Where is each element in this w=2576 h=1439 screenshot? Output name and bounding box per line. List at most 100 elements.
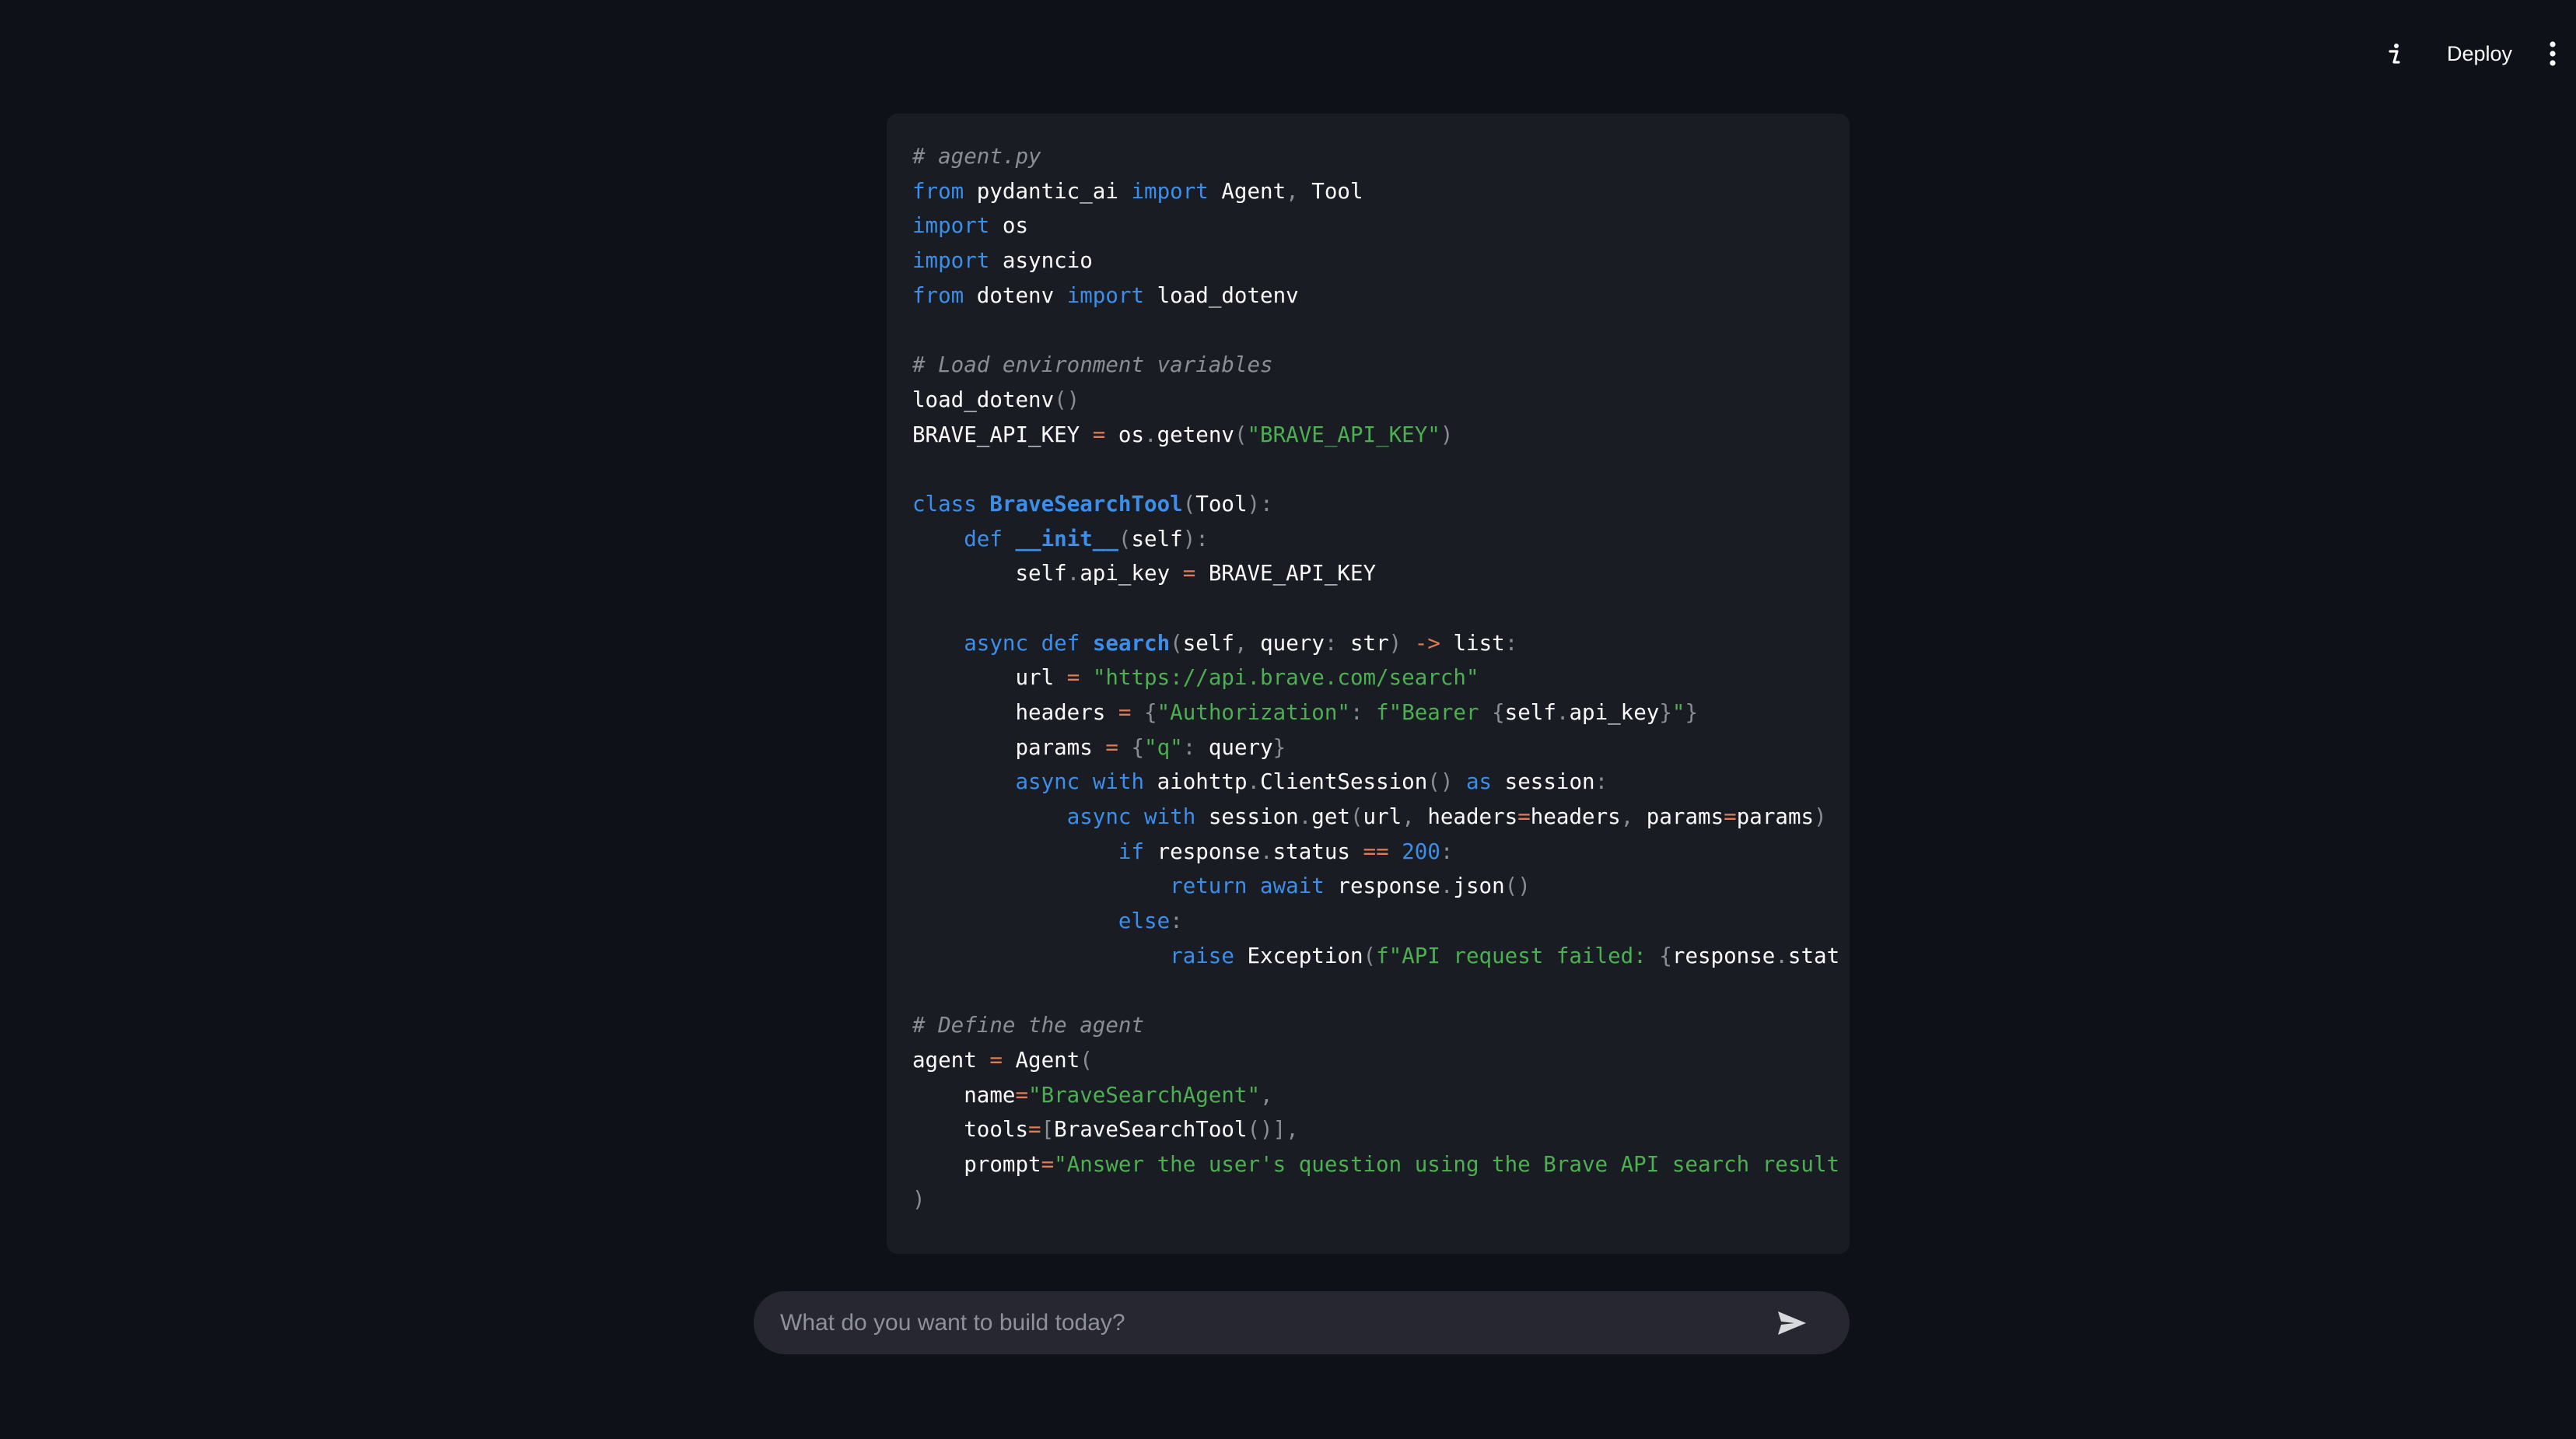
code-token: f"API request failed: [1376, 943, 1660, 968]
code-token: "BraveSearchAgent" [1028, 1082, 1261, 1108]
code-token: agent [912, 1047, 990, 1073]
code-token: query [1247, 630, 1325, 656]
code-line: # Load environment variables [912, 348, 1839, 383]
code-token: , [1620, 804, 1634, 830]
code-line: async with session.get(url, headers=head… [912, 800, 1839, 835]
code-token: asyncio [989, 248, 1093, 274]
code-token: = [1517, 804, 1531, 830]
code-token: api_key [1569, 700, 1660, 725]
code-token: . [1556, 700, 1570, 725]
code-token: : [1170, 909, 1183, 934]
code-token: "Answer the user's question using the Br… [1054, 1151, 1840, 1177]
code-token: [ [1041, 1117, 1055, 1143]
code-token: ) [912, 1186, 926, 1212]
code-token: # Load environment variables [912, 352, 1273, 378]
code-line: else: [912, 904, 1839, 939]
code-token: "https://api.brave.com/search" [1092, 665, 1479, 691]
code-token: aiohttp [1144, 769, 1248, 795]
code-token: ( [1349, 804, 1363, 830]
code-token: list [1440, 630, 1505, 656]
code-token: json [1453, 874, 1505, 899]
code-token: response [1324, 874, 1440, 899]
code-token: = [1066, 665, 1080, 691]
chat-input-container [754, 1291, 1850, 1354]
code-line: # agent.py [912, 139, 1839, 174]
code-token: pydantic_ai [964, 178, 1132, 204]
code-line: import os [912, 208, 1839, 243]
code-token: -> [1414, 630, 1440, 656]
code-token: , [1402, 804, 1415, 830]
code-line: class BraveSearchTool(Tool): [912, 487, 1839, 522]
code-line: tools=[BraveSearchTool()], [912, 1112, 1839, 1147]
code-token: def [964, 526, 1003, 551]
code-line: params = {"q": query} [912, 730, 1839, 765]
code-token: query [1195, 734, 1273, 760]
code-token: : [1182, 734, 1196, 760]
main-menu-button[interactable] [2537, 36, 2568, 72]
code-line: from pydantic_ai import Agent, Tool [912, 174, 1839, 209]
code-token: stat [1787, 943, 1840, 968]
code-token: def [1041, 630, 1080, 656]
code-token: () [1427, 769, 1454, 795]
code-token: url [1363, 804, 1402, 830]
code-token: { [1131, 734, 1145, 760]
code-line: name="BraveSearchAgent", [912, 1078, 1839, 1113]
info-button[interactable] [2375, 37, 2414, 72]
code-line: self.api_key = BRAVE_API_KEY [912, 556, 1839, 591]
code-token: . [1298, 804, 1312, 830]
code-token: class [912, 491, 977, 516]
code-token: raise [1170, 943, 1234, 968]
code-token: , [1260, 1082, 1273, 1108]
code-token: : [1594, 769, 1608, 795]
code-token: ClientSession [1260, 769, 1428, 795]
code-token: . [1144, 422, 1157, 447]
code-token: { [1659, 943, 1672, 968]
code-block: # agent.py from pydantic_ai import Agent,… [887, 114, 1850, 1254]
code-token: ( [1182, 491, 1196, 516]
code-token: from [912, 282, 964, 308]
code-token: } [1685, 700, 1699, 725]
code-token: from [912, 178, 964, 204]
code-token: prompt [912, 1151, 1041, 1177]
code-token: () [1504, 874, 1531, 899]
code-token: await [1260, 874, 1325, 899]
code-token: . [1066, 561, 1080, 586]
code-line: prompt="Answer the user's question using… [912, 1147, 1839, 1182]
more-vertical-icon [2550, 41, 2556, 66]
code-token: { [1144, 700, 1157, 725]
code-line: url = "https://api.brave.com/search" [912, 660, 1839, 695]
code-line: ) [912, 1182, 1839, 1217]
code-token: ( [1363, 943, 1377, 968]
code-token: response [1671, 943, 1776, 968]
code-token: Exception [1234, 943, 1363, 968]
code-token: as [1465, 769, 1493, 795]
chat-input[interactable] [780, 1291, 1752, 1354]
deploy-button[interactable]: Deploy [2433, 34, 2526, 73]
code-token: 200 [1402, 839, 1440, 864]
code-token: "BRAVE_API_KEY" [1247, 422, 1440, 447]
code-token: self [912, 561, 1067, 586]
code-token: async [1015, 769, 1080, 795]
code-token: api_key [1080, 561, 1183, 586]
code-token: : [1324, 630, 1338, 656]
code-token: () [1054, 387, 1080, 412]
code-token: Agent [1002, 1047, 1080, 1073]
app-header: Deploy [0, 0, 2576, 105]
code-line: return await response.json() [912, 869, 1839, 904]
code-token: ( [1118, 526, 1132, 551]
code-token: = [1015, 1082, 1029, 1108]
code-token: = [1724, 804, 1737, 830]
send-button[interactable] [1757, 1299, 1827, 1346]
code-token: return [1170, 874, 1248, 899]
code-token: tools [912, 1117, 1029, 1143]
code-token: . [1775, 943, 1788, 968]
